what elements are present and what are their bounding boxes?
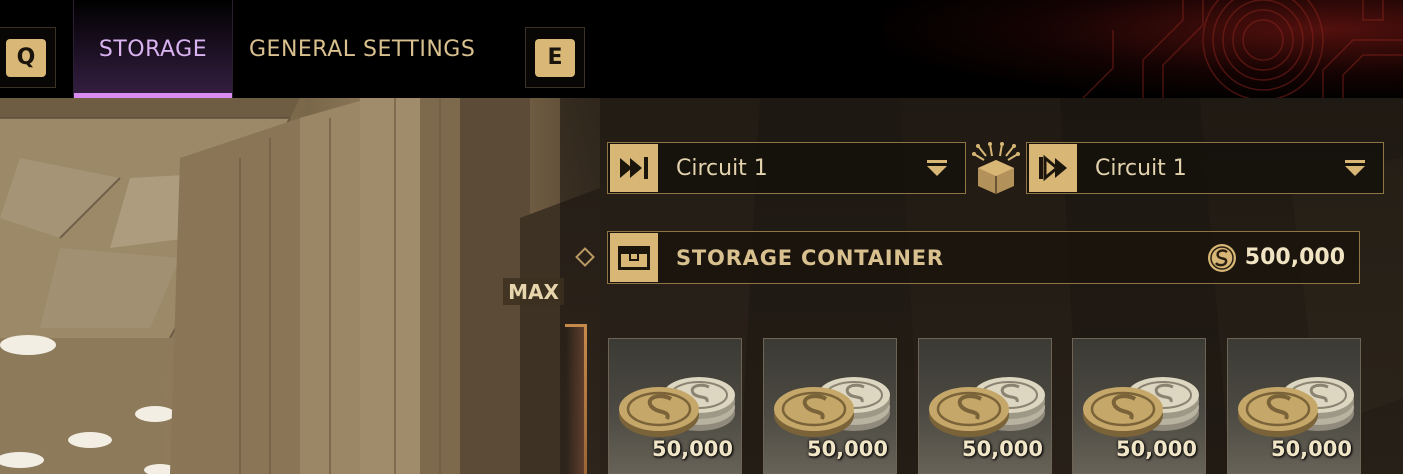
tab-general-settings-label: GENERAL SETTINGS	[249, 36, 476, 62]
tab-storage[interactable]: STORAGE	[73, 0, 233, 98]
storage-container-icon	[610, 233, 658, 282]
prev-tab-key-button[interactable]: Q	[0, 27, 56, 88]
solari-coin-stack-icon	[929, 377, 1045, 437]
circuit-link-icon	[972, 142, 1020, 194]
output-circuit-label: Circuit 1	[1095, 155, 1187, 181]
coin-slot[interactable]: 50,000	[918, 338, 1052, 474]
amount-slider-track[interactable]	[584, 324, 587, 474]
e-key-icon: E	[535, 38, 575, 77]
tab-general-settings[interactable]: GENERAL SETTINGS	[249, 0, 475, 98]
coin-slot[interactable]: 50,000	[608, 338, 742, 474]
input-circuit-label: Circuit 1	[676, 155, 768, 181]
coin-slot-amount: 50,000	[961, 437, 1043, 461]
input-circuit-dropdown[interactable]: Circuit 1	[607, 142, 966, 194]
solari-coin-stack-icon	[619, 377, 735, 437]
coin-slot-amount: 50,000	[1115, 437, 1197, 461]
output-arrow-icon	[1029, 144, 1077, 192]
slider-fill	[566, 327, 584, 474]
coin-slot-amount: 50,000	[651, 437, 733, 461]
storage-container-title: STORAGE CONTAINER	[676, 245, 944, 270]
solari-coin-stack-icon	[1083, 377, 1199, 437]
next-tab-key-button[interactable]: E	[525, 27, 585, 88]
storage-container-amount: 500,000	[1244, 245, 1345, 270]
solari-coin-stack-icon	[1238, 377, 1354, 437]
tab-storage-label: STORAGE	[98, 36, 208, 62]
coin-slot-amount: 50,000	[1270, 437, 1352, 461]
max-button[interactable]: MAX	[503, 278, 564, 305]
input-arrow-icon	[610, 144, 658, 192]
q-key-icon: Q	[6, 38, 46, 77]
solari-coin-stack-icon	[774, 377, 890, 437]
output-circuit-dropdown[interactable]: Circuit 1	[1026, 142, 1384, 194]
chevron-down-icon	[927, 160, 947, 176]
coin-slot[interactable]: 50,000	[1072, 338, 1206, 474]
chevron-down-icon	[1345, 160, 1365, 176]
coin-slot[interactable]: 50,000	[1227, 338, 1361, 474]
circuit-pattern-icon	[1082, 0, 1403, 98]
topbar-decoration	[883, 0, 1403, 98]
coin-slot[interactable]: 50,000	[763, 338, 897, 474]
coin-slot-amount: 50,000	[806, 437, 888, 461]
solari-coin-icon	[1207, 243, 1236, 272]
top-bar: Q STORAGE GENERAL SETTINGS E	[0, 0, 1403, 98]
storage-container-row: STORAGE CONTAINER 500,000	[607, 231, 1360, 284]
